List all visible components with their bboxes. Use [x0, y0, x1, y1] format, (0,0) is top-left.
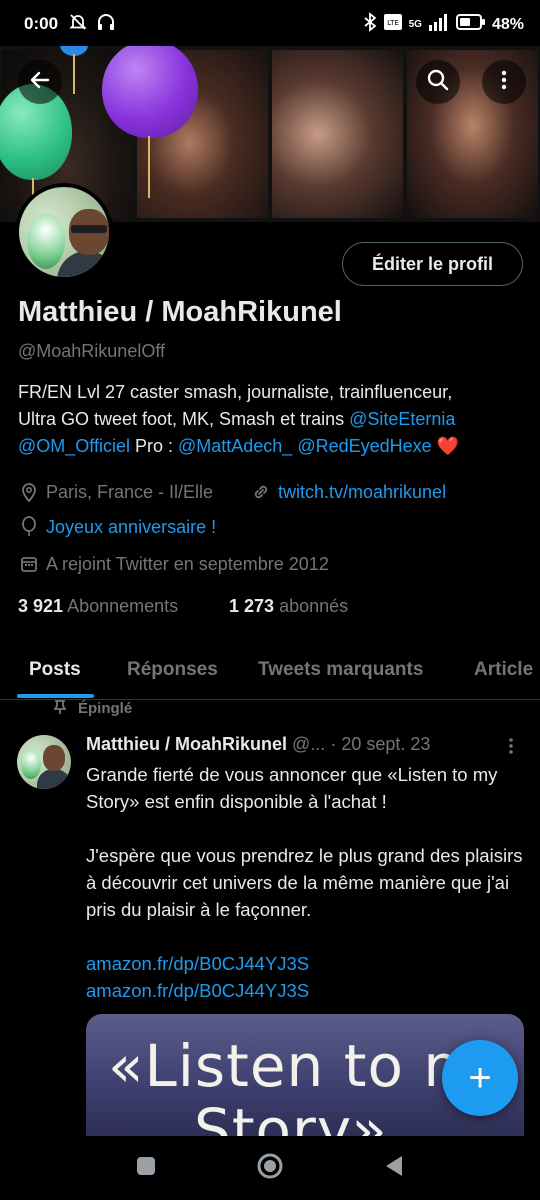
profile-bio: FR/EN Lvl 27 caster smash, journaliste, … — [18, 382, 460, 456]
profile-birthday[interactable]: Joyeux anniversaire ! — [18, 516, 216, 538]
more-vertical-icon — [492, 68, 516, 97]
banner-photo — [272, 50, 403, 218]
arrow-left-icon — [28, 68, 52, 97]
link-icon — [250, 481, 272, 503]
home-button[interactable] — [256, 1152, 284, 1185]
profile-handle: @MoahRikunelOff — [18, 341, 166, 361]
post-author-name[interactable]: Matthieu / MoahRikunel — [86, 734, 287, 754]
location-pin-icon — [18, 481, 40, 503]
calendar-icon — [18, 553, 40, 575]
search-button[interactable] — [416, 60, 460, 104]
signal-icon — [428, 13, 450, 36]
post-author-handle: @... — [292, 734, 326, 754]
followers-count-link[interactable]: 1 273 abonnés — [229, 596, 348, 617]
back-button[interactable] — [18, 60, 62, 104]
more-options-button[interactable] — [482, 60, 526, 104]
mention-link[interactable]: @MattAdech_ — [178, 436, 292, 456]
pin-icon — [52, 698, 68, 718]
battery-level: 48% — [491, 15, 524, 33]
media-title-text: «Listen to m — [108, 1032, 481, 1100]
balloon-decoration — [102, 46, 198, 138]
status-bar: 0:00 LTE 5G 48% — [0, 0, 540, 46]
bluetooth-icon — [363, 12, 377, 37]
triangle-back-icon — [383, 1154, 405, 1183]
post-more-button[interactable] — [503, 736, 519, 761]
tab-articles[interactable]: Article — [474, 659, 533, 681]
back-nav-button[interactable] — [380, 1154, 408, 1182]
tab-replies[interactable]: Réponses — [127, 659, 218, 681]
profile-name: Matthieu / MoahRikunel — [18, 296, 342, 328]
tab-posts[interactable]: Posts — [29, 659, 81, 681]
bell-off-icon — [68, 12, 88, 37]
battery-icon — [455, 13, 486, 36]
status-time: 0:00 — [24, 14, 59, 33]
post-header: Matthieu / MoahRikunel @... · 20 sept. 2… — [86, 734, 526, 755]
recent-apps-button[interactable] — [132, 1154, 160, 1182]
profile-tabs: Posts Réponses Tweets marquants Article — [0, 642, 540, 700]
profile-joined: A rejoint Twitter en septembre 2012 — [18, 553, 329, 575]
mention-link[interactable]: @RedEyedHexe — [297, 436, 431, 456]
square-icon — [135, 1155, 157, 1182]
mention-link[interactable]: @OM_Officiel — [18, 436, 130, 456]
post-author-avatar[interactable] — [17, 735, 71, 789]
svg-text:LTE: LTE — [387, 19, 399, 27]
headphones-icon — [96, 12, 116, 37]
system-nav-bar — [0, 1136, 540, 1200]
post-date[interactable]: · 20 sept. 23 — [330, 734, 430, 754]
search-icon — [426, 68, 450, 97]
post-body: Grande fierté de vous annoncer que «List… — [86, 761, 526, 1004]
balloon-icon — [18, 516, 40, 538]
post-link[interactable]: amazon.fr/dp/B0CJ44YJ3S — [86, 950, 526, 977]
post-link[interactable]: amazon.fr/dp/B0CJ44YJ3S — [86, 977, 526, 1004]
compose-post-button[interactable]: + — [442, 1040, 518, 1116]
heart-emoji: ❤️ — [436, 436, 460, 456]
following-count-link[interactable]: 3 921 Abonnements — [18, 596, 178, 617]
profile-website[interactable]: twitch.tv/moahrikunel — [250, 481, 446, 503]
edit-profile-button[interactable]: Éditer le profil — [342, 242, 523, 286]
profile-avatar[interactable] — [15, 183, 113, 281]
volte-icon: LTE — [383, 12, 403, 37]
profile-location: Paris, France - Il/Elle — [18, 481, 213, 503]
media-title-text: Story» — [194, 1096, 388, 1136]
mention-link[interactable]: @SiteEternia — [349, 409, 455, 429]
tab-highlights[interactable]: Tweets marquants — [258, 659, 423, 681]
pinned-indicator: Épinglé — [52, 698, 132, 718]
circle-icon — [256, 1152, 284, 1185]
network-type: 5G — [408, 19, 422, 30]
more-vertical-icon — [503, 738, 519, 760]
